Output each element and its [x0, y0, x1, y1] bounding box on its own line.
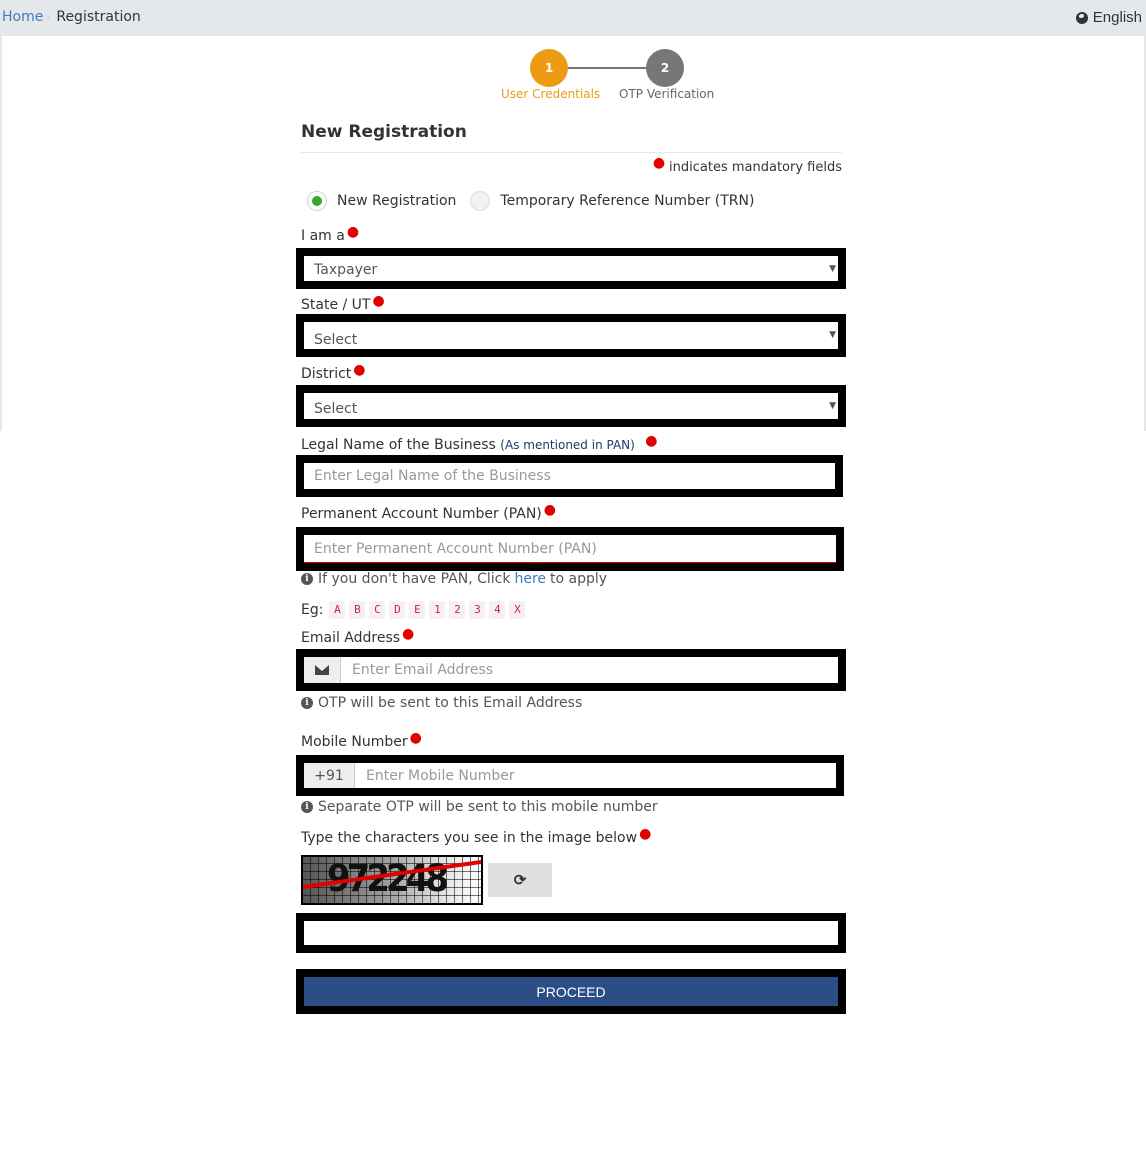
pan-example-char: 1: [429, 601, 446, 619]
captcha-label-text: Type the characters you see in the image…: [301, 830, 638, 846]
captcha-refresh-button[interactable]: ⟳: [488, 863, 552, 897]
radio-trn-label[interactable]: Temporary Reference Number (TRN): [500, 193, 754, 209]
breadcrumb-separator: ›: [46, 11, 51, 23]
registration-type-radio-group: New Registration Temporary Reference Num…: [307, 191, 768, 211]
required-dot-icon: ●: [372, 293, 385, 309]
pan-example-char: X: [509, 601, 526, 619]
email-help: i OTP will be sent to this Email Address: [301, 695, 582, 711]
district-select[interactable]: Select ▼: [296, 385, 846, 427]
state-label-text: State / UT: [301, 297, 371, 313]
required-dot-icon: ●: [409, 730, 422, 746]
info-icon: i: [301, 801, 313, 813]
pan-apply-link[interactable]: here: [514, 571, 546, 587]
mobile-input[interactable]: [356, 763, 836, 788]
refresh-icon: ⟳: [513, 872, 527, 889]
pan-input[interactable]: [304, 535, 836, 563]
email-addon: [304, 657, 341, 683]
step-2-circle: 2: [646, 49, 684, 87]
pan-example-char: D: [389, 601, 406, 619]
legal-name-label-text: Legal Name of the Business: [301, 437, 496, 453]
i-am-a-select-value: Taxpayer: [314, 261, 378, 278]
step-2-label: OTP Verification: [619, 87, 715, 101]
captcha-input[interactable]: [304, 921, 838, 945]
breadcrumb: Home › Registration: [2, 9, 141, 25]
pan-example-char: 4: [489, 601, 506, 619]
pan-example-char: B: [349, 601, 366, 619]
proceed-button[interactable]: PROCEED: [304, 977, 838, 1006]
pan-help-prefix: If you don't have PAN, Click: [318, 571, 511, 587]
legal-name-field: [296, 455, 843, 497]
mobile-label-text: Mobile Number: [301, 734, 408, 750]
step-1-circle: 1: [530, 49, 568, 87]
legal-name-label: Legal Name of the Business (As mentioned…: [301, 433, 658, 453]
required-dot-icon: ●: [639, 826, 652, 842]
mandatory-note-text: indicates mandatory fields: [669, 160, 842, 175]
envelope-icon: [315, 665, 329, 675]
pan-help: i If you don't have PAN, Click here to a…: [301, 571, 607, 587]
pan-example-label: Eg:: [301, 602, 324, 618]
district-select-value: Select: [314, 400, 358, 417]
info-icon: i: [301, 573, 313, 585]
pan-label: Permanent Account Number (PAN) ●: [301, 502, 556, 522]
step-1-label: User Credentials: [501, 87, 601, 101]
country-code-addon: +91: [304, 763, 355, 788]
i-am-a-select[interactable]: Taxpayer ▼: [296, 248, 846, 289]
language-selector[interactable]: English: [1075, 9, 1142, 26]
registration-stepper: 1 2 User Credentials OTP Verification: [495, 49, 735, 109]
legal-name-input[interactable]: [304, 463, 835, 489]
pan-help-suffix: to apply: [550, 571, 608, 587]
legal-name-sublabel: (As mentioned in PAN): [500, 438, 635, 452]
state-label: State / UT ●: [301, 293, 385, 313]
info-icon: i: [301, 697, 313, 709]
mobile-field: +91: [296, 755, 844, 796]
email-label: Email Address ●: [301, 626, 414, 646]
i-am-a-label: I am a ●: [301, 224, 359, 244]
breadcrumb-home-link[interactable]: Home: [2, 9, 43, 25]
district-label-text: District: [301, 366, 352, 382]
pan-label-text: Permanent Account Number (PAN): [301, 506, 542, 522]
state-select-value: Select: [314, 331, 358, 348]
title-divider: [301, 152, 842, 153]
district-label: District ●: [301, 362, 366, 382]
breadcrumb-current: Registration: [56, 9, 141, 25]
pan-example-char: 2: [449, 601, 466, 619]
email-help-text: OTP will be sent to this Email Address: [318, 695, 583, 711]
pan-example-char: 3: [469, 601, 486, 619]
radio-trn[interactable]: [470, 191, 491, 211]
required-dot-icon: ●: [645, 433, 658, 449]
proceed-button-frame: PROCEED: [296, 969, 846, 1014]
mobile-label: Mobile Number ●: [301, 730, 422, 750]
language-label: English: [1092, 9, 1142, 26]
required-dot-icon: ●: [652, 155, 666, 171]
pan-example-char: E: [409, 601, 426, 619]
email-input[interactable]: [342, 657, 838, 683]
captcha-image: 972248: [301, 855, 483, 905]
globe-icon: [1075, 11, 1088, 24]
mobile-help: i Separate OTP will be sent to this mobi…: [301, 799, 658, 815]
pan-field: [296, 527, 844, 571]
radio-new-registration[interactable]: [307, 191, 327, 211]
chevron-down-icon: ▼: [829, 401, 836, 411]
state-select[interactable]: Select ▼: [296, 314, 846, 357]
radio-new-registration-label[interactable]: New Registration: [337, 193, 456, 209]
required-dot-icon: ●: [402, 626, 415, 642]
pan-example: Eg: A B C D E 1 2 3 4 X: [301, 601, 526, 619]
captcha-label: Type the characters you see in the image…: [301, 826, 651, 846]
i-am-a-label-text: I am a: [301, 228, 345, 244]
required-dot-icon: ●: [543, 502, 556, 518]
required-dot-icon: ●: [353, 362, 366, 378]
captcha-field: [296, 913, 846, 953]
mobile-help-text: Separate OTP will be sent to this mobile…: [318, 799, 658, 815]
chevron-down-icon: ▼: [829, 330, 836, 340]
pan-example-char: C: [369, 601, 386, 619]
email-label-text: Email Address: [301, 630, 401, 646]
pan-example-char: A: [329, 601, 346, 619]
form-title: New Registration: [301, 122, 467, 142]
email-field: [296, 649, 846, 691]
mandatory-note: ● indicates mandatory fields: [653, 155, 842, 175]
required-dot-icon: ●: [346, 224, 360, 240]
chevron-down-icon: ▼: [829, 264, 836, 274]
